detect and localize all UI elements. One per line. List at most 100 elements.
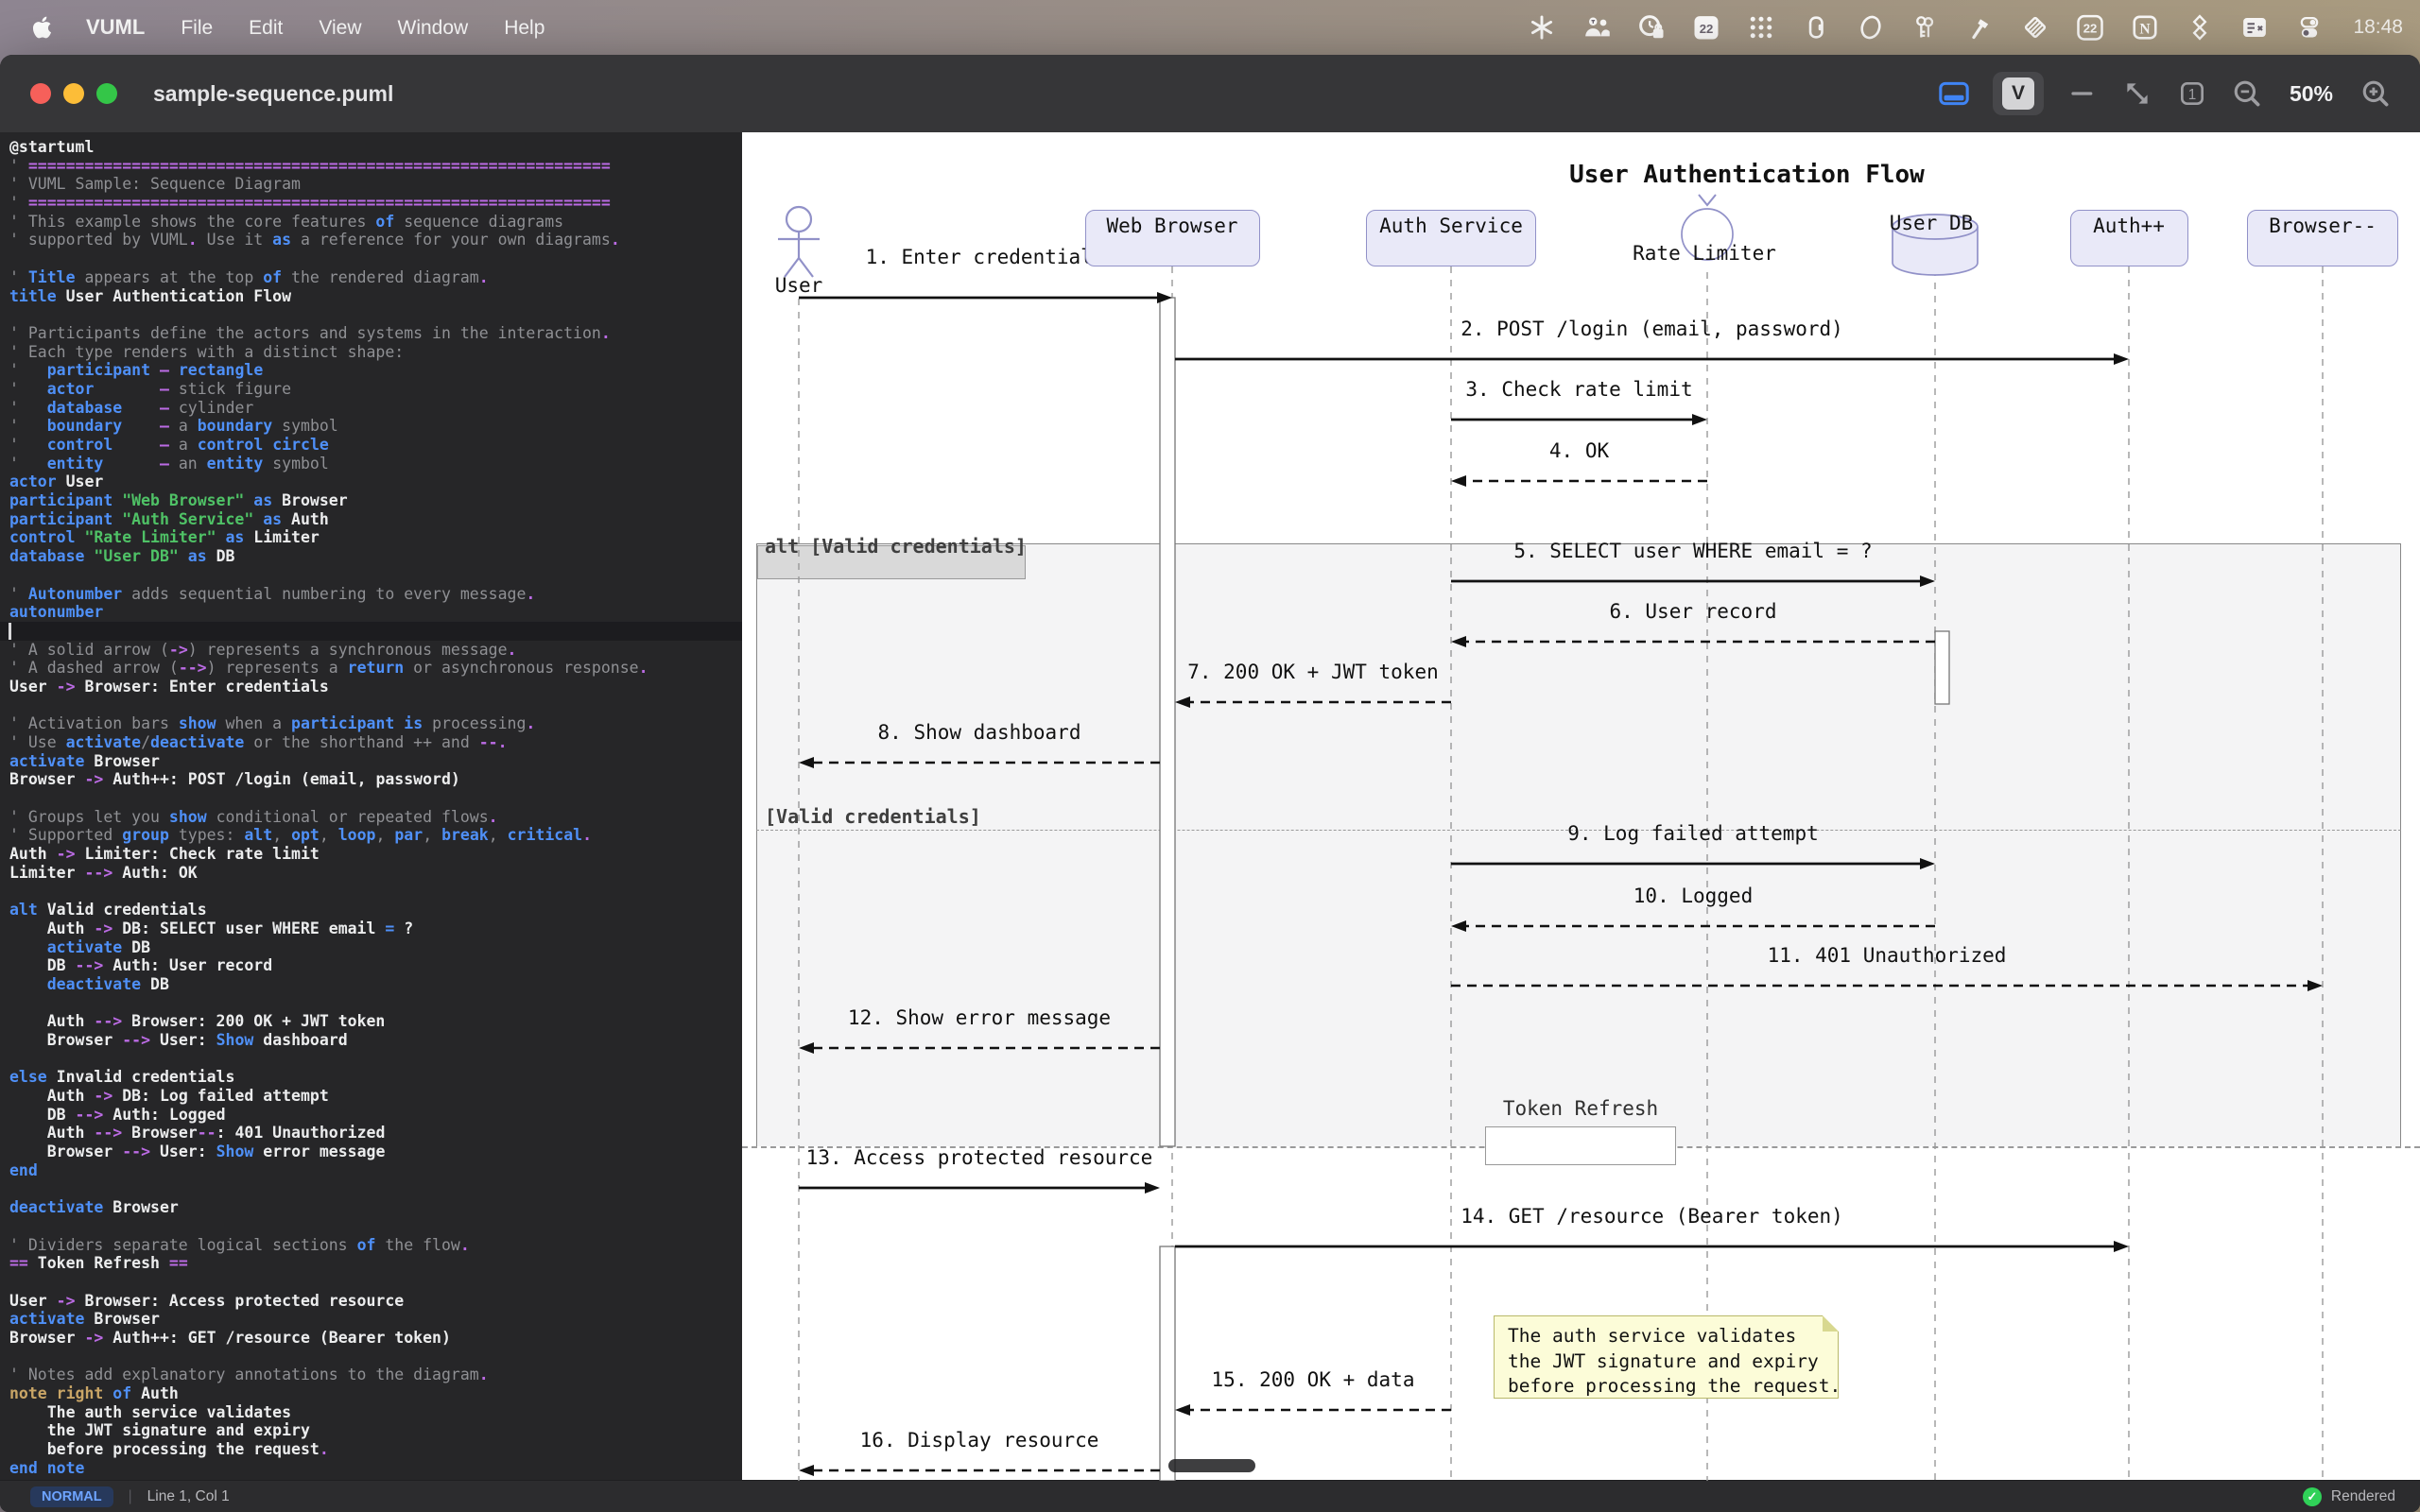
message-label-8: 8. Show dashboard — [877, 721, 1081, 744]
message-label-13: 13. Access protected resource — [805, 1146, 1153, 1169]
calendar-icon[interactable]: 22 — [1691, 12, 1721, 43]
screentime-icon[interactable] — [1636, 12, 1667, 43]
page-indicator[interactable]: 1 — [2176, 77, 2208, 110]
code-line: ' Title appears at the top of the render… — [9, 267, 489, 286]
menu-item-help[interactable]: Help — [486, 17, 562, 39]
message-label-3: 3. Check rate limit — [1465, 378, 1693, 401]
zoom-in-icon[interactable] — [2360, 77, 2392, 110]
vuml-logo: V — [2001, 77, 2034, 110]
svg-text:22: 22 — [2083, 22, 2098, 36]
svg-text:1: 1 — [2188, 87, 2197, 103]
expand-diagonal-icon[interactable] — [2121, 77, 2153, 110]
code-line: ' boundary – a boundary symbol — [9, 417, 338, 436]
calendar2-icon[interactable]: 22 — [2075, 12, 2105, 43]
zoom-out-icon[interactable] — [2231, 77, 2263, 110]
carabiner-icon[interactable] — [1801, 12, 1831, 43]
code-line — [0, 621, 742, 641]
code-line: ' Use activate/deactivate or the shortha… — [9, 733, 508, 751]
window-title: sample-sequence.puml — [153, 80, 394, 106]
message-label-10: 10. Logged — [1633, 885, 1754, 907]
code-line: ' supported by VUML. Use it as a referen… — [9, 231, 620, 249]
svg-text:N: N — [2140, 21, 2152, 37]
code-line: participant "Auth Service" as Auth — [9, 509, 329, 528]
editor-mode-badge: NORMAL — [30, 1486, 113, 1507]
render-success-icon: ✓ — [2302, 1486, 2322, 1506]
menu-item-view[interactable]: View — [301, 17, 379, 39]
menu-item-file[interactable]: File — [163, 17, 231, 39]
code-line: Auth --> Browser--: 401 Unauthorized — [9, 1124, 386, 1143]
asterisk-icon[interactable] — [1527, 12, 1557, 43]
menu-item-vuml[interactable]: VUML — [68, 15, 163, 39]
tool-icon[interactable] — [1965, 12, 1996, 43]
menu-item-window[interactable]: Window — [380, 17, 487, 39]
minimize-dash-icon[interactable] — [2066, 77, 2099, 110]
code-line: ' Dividers separate logical sections of … — [9, 1235, 470, 1254]
render-status: Rendered — [2330, 1487, 2395, 1504]
layers-icon[interactable] — [2185, 12, 2215, 43]
maximize-button[interactable] — [96, 83, 117, 104]
message-label-4: 4. OK — [1548, 439, 1610, 462]
code-line: ' Each type renders with a distinct shap… — [9, 342, 405, 361]
vuml-logo-button[interactable]: V — [1992, 72, 2044, 115]
code-line: end — [9, 1160, 38, 1179]
chip-icon[interactable] — [2020, 12, 2050, 43]
toggles-icon[interactable] — [2294, 12, 2325, 43]
code-line: ' entity – an entity symbol — [9, 454, 329, 472]
message-label-16: 16. Display resource — [859, 1429, 1099, 1452]
code-line: deactivate DB — [46, 974, 169, 993]
minimize-button[interactable] — [63, 83, 84, 104]
code-editor[interactable]: @startuml ' =============================… — [0, 132, 742, 1481]
code-line: database "User DB" as DB — [9, 547, 235, 566]
terminal-icon[interactable] — [2239, 12, 2270, 43]
code-line: participant "Web Browser" as Browser — [9, 491, 348, 510]
participant-box-browser: Web Browser — [1084, 210, 1260, 266]
notion-icon[interactable]: N — [2130, 12, 2160, 43]
bottom-panel-icon[interactable] — [1938, 77, 1970, 110]
apple-menu-icon[interactable] — [32, 15, 57, 40]
code-line: end note — [9, 1458, 85, 1477]
code-line: Auth -> DB: Log failed attempt — [9, 1087, 329, 1106]
code-line: the JWT signature and expiry — [9, 1421, 310, 1440]
code-line: ' Notes add explanatory annotations to t… — [9, 1366, 489, 1384]
dots-grid-icon[interactable] — [1746, 12, 1776, 43]
code-line: activate Browser — [9, 1310, 160, 1329]
message-label-14: 14. GET /resource (Bearer token) — [1461, 1205, 1843, 1228]
code-line: Browser --> User: Show error message — [9, 1143, 386, 1161]
note-fold-corner — [1823, 1315, 1839, 1332]
horizontal-scrollbar[interactable] — [1168, 1459, 1255, 1472]
code-line: ' VUML Sample: Sequence Diagram — [9, 175, 301, 194]
code-line: ' participant – rectangle — [9, 361, 264, 380]
participant-box-browserminus: Browser-- — [2247, 210, 2398, 266]
circle-icon[interactable] — [1856, 12, 1886, 43]
title-bar[interactable]: sample-sequence.puml V 1 50% — [0, 55, 2420, 132]
participant-label-user-db: User DB — [1889, 212, 1974, 234]
diagram-panel[interactable]: User Authentication Flow alt [Valid crede… — [742, 132, 2420, 1481]
participant-box-authplus: Auth++ — [2069, 210, 2188, 266]
code-line: alt Valid credentials — [9, 901, 207, 919]
code-line: Auth -> Limiter: Check rate limit — [9, 845, 320, 864]
code-line: activate Browser — [9, 751, 160, 770]
close-button[interactable] — [30, 83, 51, 104]
code-line: ' A dashed arrow (-->) represents a retu… — [9, 659, 648, 678]
code-line: DB --> Auth: Logged — [9, 1105, 226, 1124]
code-line: ' actor – stick figure — [9, 379, 292, 398]
app-window: sample-sequence.puml V 1 50% @startuml '… — [0, 55, 2420, 1512]
code-line: Browser -> Auth++: POST /login (email, p… — [9, 770, 460, 789]
message-label-7: 7. 200 OK + JWT token — [1187, 661, 1439, 683]
code-line: ' A solid arrow (->) represents a synchr… — [9, 640, 517, 659]
participant-label-rate-limiter: Rate Limiter — [1633, 242, 1776, 265]
code-line: note right of Auth — [9, 1384, 179, 1403]
menu-item-edit[interactable]: Edit — [231, 17, 301, 39]
keys-icon[interactable] — [1910, 12, 1941, 43]
message-label-6: 6. User record — [1609, 600, 1777, 623]
status-separator: | — [128, 1487, 132, 1504]
code-line: deactivate Browser — [9, 1198, 179, 1217]
code-line: before processing the request. — [9, 1440, 329, 1459]
people-icon[interactable] — [1582, 12, 1612, 43]
code-line: ' Autonumber adds sequential numbering t… — [9, 584, 536, 603]
